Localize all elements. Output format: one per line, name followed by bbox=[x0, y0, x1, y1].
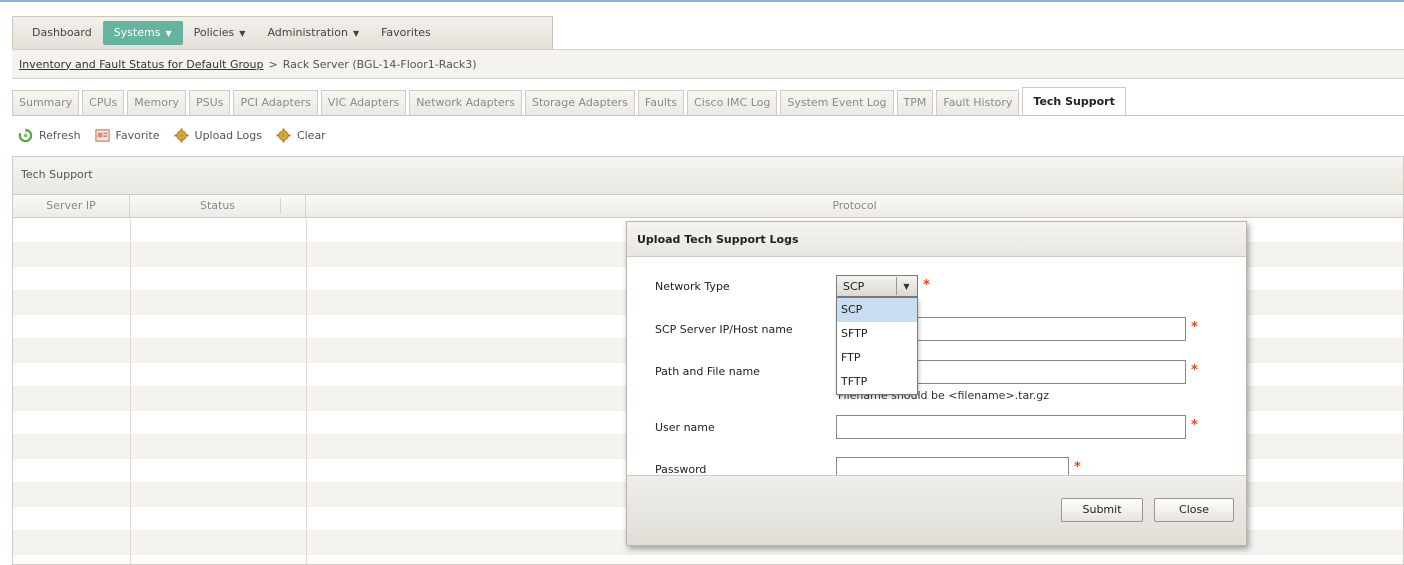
tab-tech-support[interactable]: Tech Support bbox=[1022, 87, 1126, 115]
refresh-icon bbox=[18, 127, 33, 142]
clear-button[interactable]: Clear bbox=[276, 127, 326, 143]
main-menu: Dashboard Systems ▼ Policies ▼ Administrat… bbox=[12, 16, 553, 49]
tab-psus[interactable]: PSUs bbox=[189, 90, 231, 115]
network-type-value: SCP bbox=[843, 279, 865, 293]
option-ftp[interactable]: FTP bbox=[837, 346, 917, 370]
menu-favorites[interactable]: Favorites bbox=[370, 21, 442, 45]
tab-vic-adapters[interactable]: VIC Adapters bbox=[320, 90, 407, 115]
required-marker: * bbox=[1191, 418, 1198, 433]
tab-storage-adapters[interactable]: Storage Adapters bbox=[525, 90, 635, 115]
gear-icon bbox=[173, 127, 189, 143]
table-header: Server IP Status Protocol bbox=[13, 195, 1403, 218]
column-status[interactable]: Status bbox=[130, 195, 306, 217]
server-label: SCP Server IP/Host name bbox=[655, 323, 793, 336]
username-label: User name bbox=[655, 421, 715, 434]
menu-policies[interactable]: Policies ▼ bbox=[183, 21, 257, 45]
tab-system-event-log[interactable]: System Event Log bbox=[780, 90, 894, 115]
required-marker: * bbox=[1191, 363, 1198, 378]
breadcrumb-link[interactable]: Inventory and Fault Status for Default G… bbox=[19, 58, 263, 71]
tab-tpm[interactable]: TPM bbox=[896, 90, 934, 115]
column-divider bbox=[130, 219, 131, 564]
tab-summary[interactable]: Summary bbox=[12, 90, 80, 115]
breadcrumb-separator: > bbox=[268, 57, 278, 71]
option-sftp[interactable]: SFTP bbox=[837, 322, 917, 346]
chevron-down-icon: ▼ bbox=[165, 29, 172, 38]
upload-tech-support-dialog: Upload Tech Support Logs Network Type SC… bbox=[626, 221, 1247, 546]
tab-pci-adapters[interactable]: PCI Adapters bbox=[233, 90, 318, 115]
chevron-down-icon: ▼ bbox=[239, 29, 246, 38]
option-tftp[interactable]: TFTP bbox=[837, 370, 917, 394]
favorite-icon bbox=[94, 128, 110, 142]
gear-icon bbox=[276, 127, 291, 143]
breadcrumb-current: Rack Server (BGL-14-Floor1-Rack3) bbox=[282, 57, 477, 71]
submit-button[interactable]: Submit bbox=[1061, 498, 1143, 522]
required-marker: * bbox=[1074, 460, 1081, 475]
tab-fault-history[interactable]: Fault History bbox=[936, 90, 1020, 115]
close-button[interactable]: Close bbox=[1154, 498, 1234, 522]
path-label: Path and File name bbox=[655, 365, 760, 378]
menu-systems[interactable]: Systems ▼ bbox=[102, 21, 183, 45]
network-type-select[interactable]: SCP ▼ bbox=[836, 275, 918, 297]
favorite-button[interactable]: Favorite bbox=[94, 128, 160, 143]
network-type-dropdown: SCP SFTP FTP TFTP bbox=[836, 297, 918, 395]
dialog-footer: Submit Close bbox=[627, 475, 1246, 545]
option-scp[interactable]: SCP bbox=[837, 298, 917, 322]
refresh-button[interactable]: Refresh bbox=[18, 127, 81, 143]
breadcrumb: Inventory and Fault Status for Default G… bbox=[12, 49, 1404, 79]
menu-dashboard[interactable]: Dashboard bbox=[21, 21, 103, 45]
required-marker: * bbox=[1191, 320, 1198, 335]
column-divider bbox=[280, 198, 281, 214]
toolbar: Refresh Favorite Upload Logs Clear bbox=[12, 120, 326, 150]
chevron-down-icon[interactable]: ▼ bbox=[896, 277, 916, 295]
tab-cpus[interactable]: CPUs bbox=[82, 90, 125, 115]
upload-logs-button[interactable]: Upload Logs bbox=[173, 127, 262, 143]
tab-memory[interactable]: Memory bbox=[127, 90, 187, 115]
column-server-ip[interactable]: Server IP bbox=[13, 195, 130, 217]
chevron-down-icon: ▼ bbox=[352, 29, 360, 38]
tab-cisco-imc-log[interactable]: Cisco IMC Log bbox=[687, 90, 778, 115]
tab-faults[interactable]: Faults bbox=[637, 90, 685, 115]
tab-strip: Summary CPUs Memory PSUs PCI Adapters VI… bbox=[12, 87, 1404, 116]
column-divider bbox=[306, 219, 307, 564]
username-input[interactable] bbox=[836, 415, 1186, 439]
network-type-label: Network Type bbox=[655, 280, 730, 293]
panel-title: Tech Support bbox=[13, 157, 1403, 195]
column-protocol[interactable]: Protocol bbox=[306, 195, 1403, 217]
top-menubar: Dashboard Systems ▼ Policies ▼ Administrat… bbox=[0, 0, 1404, 49]
menu-administration[interactable]: Administration ▼ bbox=[256, 21, 370, 45]
tab-network-adapters[interactable]: Network Adapters bbox=[409, 90, 522, 115]
dialog-title: Upload Tech Support Logs bbox=[627, 222, 1246, 257]
required-marker: * bbox=[923, 278, 930, 293]
